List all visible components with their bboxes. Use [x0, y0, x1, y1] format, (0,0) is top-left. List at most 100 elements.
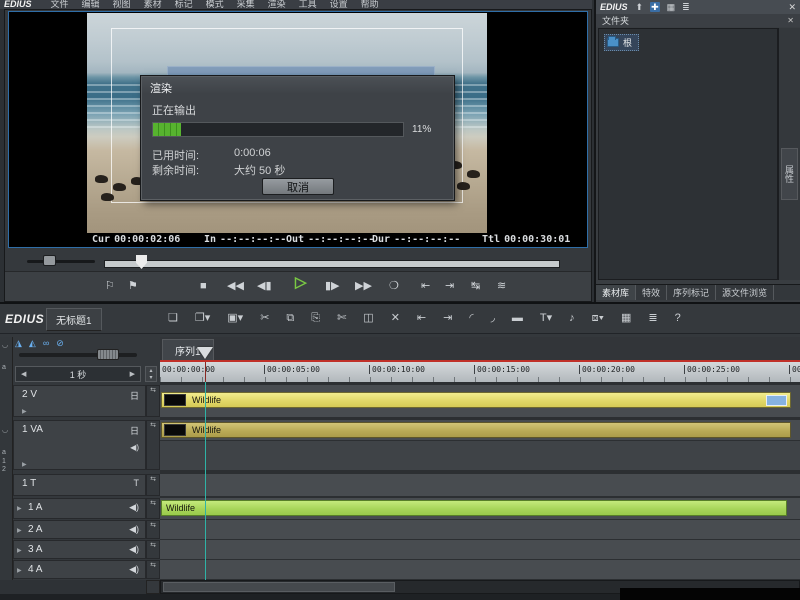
position-bar[interactable]: [104, 260, 560, 268]
rewind-icon[interactable]: ◀◀: [227, 280, 244, 293]
fade-in-icon[interactable]: ◜: [469, 311, 473, 325]
save-project-icon[interactable]: ▣▾: [227, 311, 243, 325]
expand-icon[interactable]: ▶: [17, 505, 22, 512]
tab-effects[interactable]: 特效: [636, 285, 667, 300]
new-sequence-icon[interactable]: ❏: [168, 311, 178, 325]
sync-lock-icon[interactable]: ⇆: [146, 498, 160, 519]
scrollbar-thumb[interactable]: [163, 582, 395, 592]
lane-1va[interactable]: Wildlife: [160, 420, 800, 470]
add-transition-icon[interactable]: ◫: [363, 311, 373, 325]
audio-mixer-icon[interactable]: ≣: [648, 311, 657, 325]
expand-icon[interactable]: ▶: [22, 461, 27, 468]
fade-out-icon[interactable]: ◞: [491, 311, 495, 325]
ripple-cut-icon[interactable]: ✄: [337, 311, 346, 325]
speaker-icon[interactable]: ◀): [129, 564, 139, 575]
trim-in-icon[interactable]: ⇤: [417, 311, 426, 325]
clip-wildlife-video[interactable]: Wildlife: [161, 392, 791, 408]
ripple-mode-icon[interactable]: ∞: [43, 338, 49, 349]
title-track-icon[interactable]: T: [134, 478, 140, 488]
view-mode-icon[interactable]: ▦: [667, 2, 676, 12]
cut-icon[interactable]: ✂: [260, 311, 269, 325]
prev-frame-icon[interactable]: ◀▮: [257, 280, 272, 293]
scale-next-icon[interactable]: ▶: [125, 370, 140, 378]
sync-lock-icon[interactable]: ⇆: [146, 560, 160, 579]
fast-forward-icon[interactable]: ▶▶: [355, 280, 372, 293]
play-icon[interactable]: ▷: [295, 276, 307, 289]
export-icon[interactable]: ⧈▾: [592, 311, 604, 325]
scale-stepper[interactable]: ▴ ▾: [145, 366, 157, 382]
video-mute-icon[interactable]: 日: [130, 389, 139, 402]
next-frame-icon[interactable]: ▮▶: [325, 280, 340, 293]
video-mute-icon[interactable]: 日: [130, 424, 139, 437]
set-in-point-icon[interactable]: ⚐: [105, 280, 115, 293]
project-title-tab[interactable]: 无标题1: [46, 308, 102, 331]
help-icon[interactable]: ?: [675, 311, 681, 325]
export-icon[interactable]: ≋: [497, 280, 506, 293]
time-scale-selector[interactable]: ◀ 1 秒 ▶: [15, 366, 141, 382]
zoom-slider-track[interactable]: [19, 353, 137, 357]
goto-in-icon[interactable]: ⇤: [421, 280, 430, 293]
add-marker-icon[interactable]: ▬: [512, 311, 523, 325]
track-header-3a[interactable]: ▶ 3 A ◀): [13, 540, 146, 559]
new-clip-icon[interactable]: ✚: [650, 2, 660, 12]
lane-1a[interactable]: Wildlife: [160, 498, 800, 519]
scale-down-icon[interactable]: ▾: [149, 374, 152, 381]
tab-asset-library[interactable]: 素材库: [596, 285, 636, 300]
speaker-icon[interactable]: ◀): [129, 524, 139, 535]
clip-wildlife-audio[interactable]: Wildlife: [161, 500, 787, 516]
menu-edit[interactable]: 编辑: [82, 0, 100, 9]
cancel-button[interactable]: 取消: [262, 178, 334, 195]
lane-4a[interactable]: [160, 560, 800, 579]
tab-source-browser[interactable]: 源文件浏览: [716, 285, 774, 300]
timeline-playhead-line[interactable]: [205, 382, 206, 580]
menu-mode[interactable]: 模式: [206, 0, 224, 9]
group-2-icon[interactable]: 2: [2, 466, 6, 474]
group-1-icon[interactable]: 1: [2, 458, 6, 466]
paste-icon[interactable]: ⎘: [311, 311, 320, 325]
menu-capture[interactable]: 采集: [237, 0, 255, 9]
overwrite-mode-icon[interactable]: ◭: [29, 338, 36, 349]
track-header-4a[interactable]: ▶ 4 A ◀): [13, 560, 146, 579]
clip-wildlife-videoaudio[interactable]: Wildlife: [161, 422, 791, 438]
expand-icon[interactable]: ▶: [17, 547, 22, 554]
voiceover-icon[interactable]: ♪: [569, 311, 575, 325]
track-header-1a[interactable]: ▶ 1 A ◀): [13, 498, 146, 519]
shuttle-slider-thumb[interactable]: [43, 255, 56, 266]
sync-lock-icon[interactable]: ⇆: [146, 420, 160, 470]
sync-mode-icon[interactable]: ⊘: [56, 338, 64, 349]
menu-marker[interactable]: 标记: [175, 0, 193, 9]
timeline-ruler[interactable]: 00:00:00:00 00:00:05:00 00:00:10:00 00:0…: [160, 360, 800, 382]
speaker-icon[interactable]: ◀): [130, 443, 139, 452]
sync-video-icon[interactable]: ◡: [2, 342, 8, 350]
delete-icon[interactable]: ✕: [391, 311, 400, 325]
track-header-2a[interactable]: ▶ 2 A ◀): [13, 520, 146, 539]
menu-file[interactable]: 文件: [51, 0, 69, 9]
scale-up-icon[interactable]: ▴: [149, 367, 152, 374]
grid-view-icon[interactable]: ▦: [621, 311, 631, 325]
folder-panel-close-icon[interactable]: ✕: [787, 16, 794, 25]
menu-clip[interactable]: 素材: [144, 0, 162, 9]
track-header-1va[interactable]: 1 VA 日 ◀) ▶: [13, 420, 146, 470]
list-view-icon[interactable]: ≣: [682, 2, 690, 12]
playhead-handle[interactable]: [197, 347, 213, 359]
tree-item-root[interactable]: 根: [604, 34, 639, 51]
track-header-2v[interactable]: 2 V 日 ▶: [13, 385, 146, 417]
copy-icon[interactable]: ⧉: [286, 311, 294, 325]
scrollbar-corner-button[interactable]: [146, 580, 160, 594]
close-icon[interactable]: ✕: [788, 2, 796, 13]
scale-prev-icon[interactable]: ◀: [16, 370, 31, 378]
properties-tab[interactable]: 属性: [781, 148, 798, 200]
menu-render[interactable]: 渲染: [268, 0, 286, 9]
open-project-icon[interactable]: ❐▾: [195, 311, 210, 325]
lane-2v[interactable]: Wildlife: [160, 385, 800, 417]
menu-settings[interactable]: 设置: [330, 0, 348, 9]
expand-icon[interactable]: ▶: [22, 408, 27, 415]
set-out-point-icon[interactable]: ⚑: [128, 280, 138, 293]
sync-lock-icon[interactable]: ⇆: [146, 385, 160, 417]
sync-audio-icon[interactable]: ◡: [2, 427, 8, 435]
jog-mode-icon[interactable]: ↹: [471, 280, 480, 293]
lane-1t[interactable]: [160, 474, 800, 496]
render-dialog-titlebar[interactable]: 渲染: [142, 77, 453, 94]
lock-b-icon[interactable]: a: [2, 449, 6, 457]
lock-a-icon[interactable]: a: [2, 364, 6, 372]
